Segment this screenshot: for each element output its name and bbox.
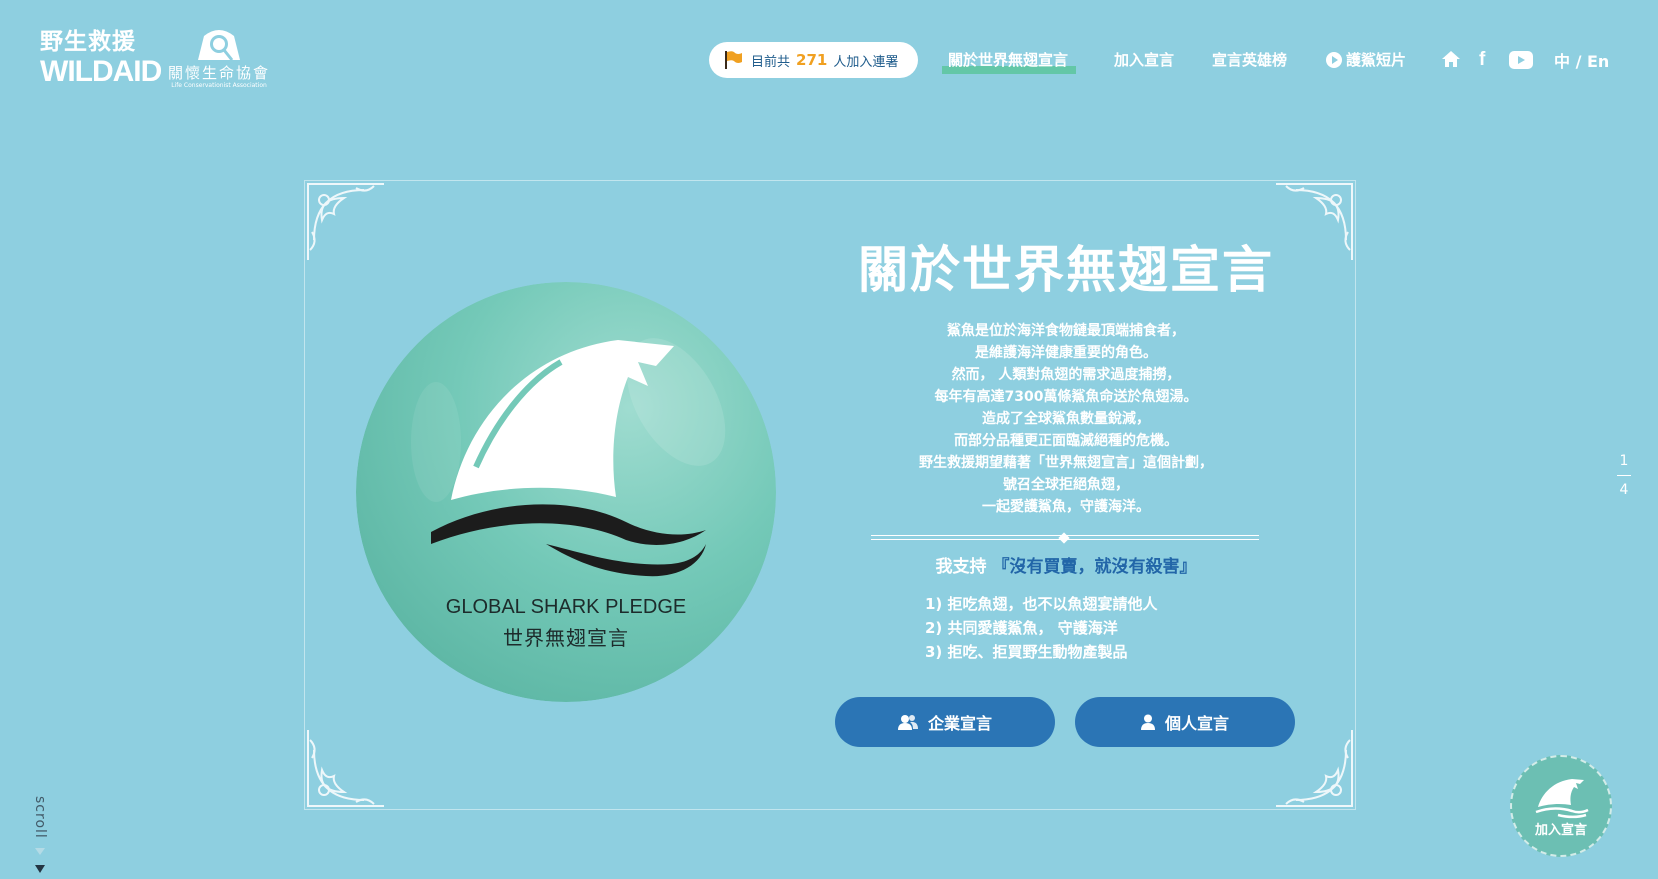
lca-logo-cn: 關懷生命協會 (167, 64, 270, 82)
youtube-icon[interactable] (1509, 51, 1533, 69)
divider (871, 532, 1259, 544)
language-switch[interactable]: 中 / En (1554, 48, 1609, 72)
wildaid-logo-en: WILDAID (40, 55, 162, 88)
description-line: 鯊魚是位於海洋食物鏈最頂端捕食者， (947, 323, 1185, 339)
play-icon (1326, 52, 1342, 68)
home-icon[interactable] (1441, 50, 1461, 68)
description-line: 號召全球拒絕魚翅， (1003, 477, 1129, 493)
description-line: 造成了全球鯊魚數量銳減， (982, 411, 1150, 427)
pledge-point: 2) 共同愛護鯊魚， 守護海洋 (925, 619, 1118, 637)
facebook-icon[interactable]: f (1479, 49, 1485, 71)
lca-logo-en: Life Conservationist Association (171, 82, 267, 89)
section-pager[interactable]: 1 4 (1617, 452, 1631, 499)
ornament-corner-icon (307, 183, 384, 260)
pager-total: 4 (1619, 482, 1629, 498)
description-line: 而部分品種更正面臨滅絕種的危機。 (954, 433, 1178, 449)
badge-title-cn: 世界無翅宣言 (503, 626, 629, 650)
scroll-arrow-icon (35, 848, 45, 873)
corporate-pledge-label: 企業宣言 (927, 716, 992, 733)
nav-video-label: 護鯊短片 (1346, 51, 1407, 69)
nav-about[interactable]: 關於世界無翅宣言 (941, 48, 1077, 74)
scroll-hint: scroll (30, 796, 48, 839)
page-title: 關於世界無翅宣言 (858, 241, 1274, 299)
shark-fin-icon (1535, 778, 1589, 818)
slogan: 『沒有買賣，就沒有殺害』 (992, 557, 1197, 577)
personal-pledge-label: 個人宣言 (1164, 716, 1229, 733)
description-line: 野生救援期望藉著「世界無翅宣言」這個計劃， (919, 455, 1213, 471)
join-pledge-fab[interactable]: 加入宣言 (1510, 755, 1612, 857)
pledge-points: 1) 拒吃魚翅，也不以魚翅宴請他人 2) 共同愛護鯊魚， 守護海洋 3) 拒吃、… (925, 592, 1158, 664)
pledge-point: 3) 拒吃、拒買野生動物產製品 (925, 643, 1128, 661)
signer-count: 271 (796, 51, 828, 69)
description: 鯊魚是位於海洋食物鏈最頂端捕食者， 是維護海洋健康重要的角色。 然而， 人類對魚… (816, 320, 1316, 518)
badge-title-en: GLOBAL SHARK PLEDGE (445, 596, 687, 618)
ornament-corner-icon (307, 730, 384, 807)
personal-pledge-button[interactable]: 個人宣言 (1075, 697, 1295, 747)
signer-prefix: 目前共 (751, 54, 791, 70)
lca-logo[interactable]: 關懷生命協會 Life Conservationist Association (164, 28, 274, 90)
join-pledge-fab-label: 加入宣言 (1534, 822, 1587, 838)
signer-count-pill[interactable]: 目前共 271 人加入連署 (709, 42, 918, 78)
lca-emblem-icon (198, 30, 240, 61)
nav-heroes[interactable]: 宣言英雄榜 (1212, 48, 1287, 72)
pledge-point: 1) 拒吃魚翅，也不以魚翅宴請他人 (925, 595, 1158, 613)
description-line: 一起愛護鯊魚，守護海洋。 (982, 499, 1150, 515)
support-prefix: 我支持 (935, 557, 987, 577)
description-line: 每年有高達7300萬條鯊魚命送於魚翅湯。 (934, 389, 1198, 405)
flag-icon (725, 51, 742, 69)
scroll-label: scroll (32, 796, 48, 839)
support-statement: 我支持 『沒有買賣，就沒有殺害』 (816, 552, 1316, 577)
pager-current: 1 (1619, 453, 1629, 469)
nav-join[interactable]: 加入宣言 (1114, 48, 1174, 72)
wildaid-logo[interactable]: 野生救援 WILDAID (40, 28, 162, 88)
description-line: 然而， 人類對魚翅的需求過度捕撈， (951, 367, 1181, 383)
group-icon (897, 715, 918, 730)
signer-suffix: 人加入連署 (833, 54, 899, 70)
user-icon (1140, 714, 1155, 730)
corporate-pledge-button[interactable]: 企業宣言 (835, 697, 1055, 747)
wildaid-logo-cn: 野生救援 (40, 28, 136, 55)
nav-video[interactable]: 護鯊短片 (1326, 48, 1406, 72)
description-line: 是維護海洋健康重要的角色。 (975, 345, 1157, 361)
